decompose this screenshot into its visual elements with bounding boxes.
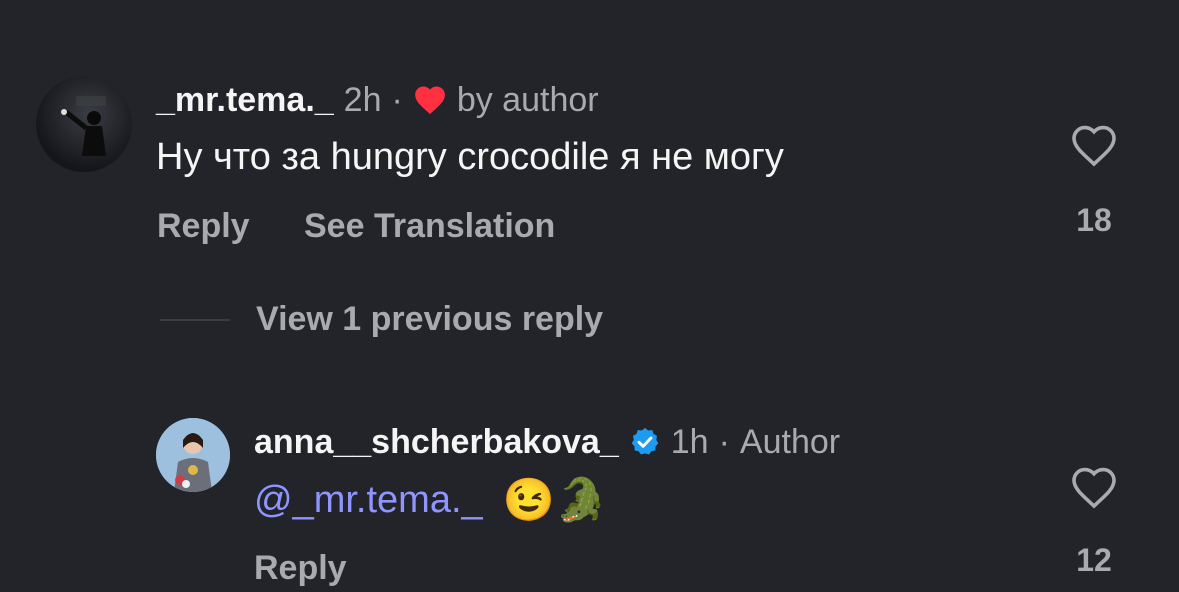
avatar[interactable] xyxy=(36,76,132,172)
view-replies-line xyxy=(160,319,230,321)
comment-text: Ну что за hungry crocodile я не могу xyxy=(156,136,784,178)
reply-button[interactable]: Reply xyxy=(254,549,347,588)
reply-username[interactable]: anna__shcherbakova_ xyxy=(254,423,619,462)
comment-username[interactable]: _mr.tema._ xyxy=(156,81,334,120)
see-translation-button[interactable]: See Translation xyxy=(304,207,555,246)
comment-header: _mr.tema._ 2h · by author xyxy=(156,80,599,120)
heart-filled-icon xyxy=(414,86,445,115)
liked-by-author-label: by author xyxy=(456,80,599,119)
reply-text: @_mr.tema._ 😉🐊 xyxy=(254,476,607,525)
author-label: Author xyxy=(739,422,841,461)
meta-separator: · xyxy=(391,80,403,119)
avatar-image xyxy=(61,96,106,156)
mention-link[interactable]: @_mr.tema._ xyxy=(254,479,483,522)
comment-time: 2h xyxy=(343,80,382,119)
avatar-image xyxy=(156,418,230,492)
like-count: 12 xyxy=(1076,542,1112,578)
view-previous-replies-button[interactable]: View 1 previous reply xyxy=(256,300,603,339)
verified-badge-icon xyxy=(631,428,659,455)
reply-time: 1h xyxy=(670,422,709,461)
reply-header: anna__shcherbakova_ 1h · Author xyxy=(254,422,840,462)
heart-outline-icon[interactable] xyxy=(1070,124,1118,168)
reply-button[interactable]: Reply xyxy=(157,207,250,246)
heart-outline-icon[interactable] xyxy=(1070,466,1118,510)
meta-separator: · xyxy=(718,422,730,461)
like-count: 18 xyxy=(1076,202,1112,238)
reply-emojis: 😉🐊 xyxy=(502,476,608,523)
avatar[interactable] xyxy=(156,418,230,492)
